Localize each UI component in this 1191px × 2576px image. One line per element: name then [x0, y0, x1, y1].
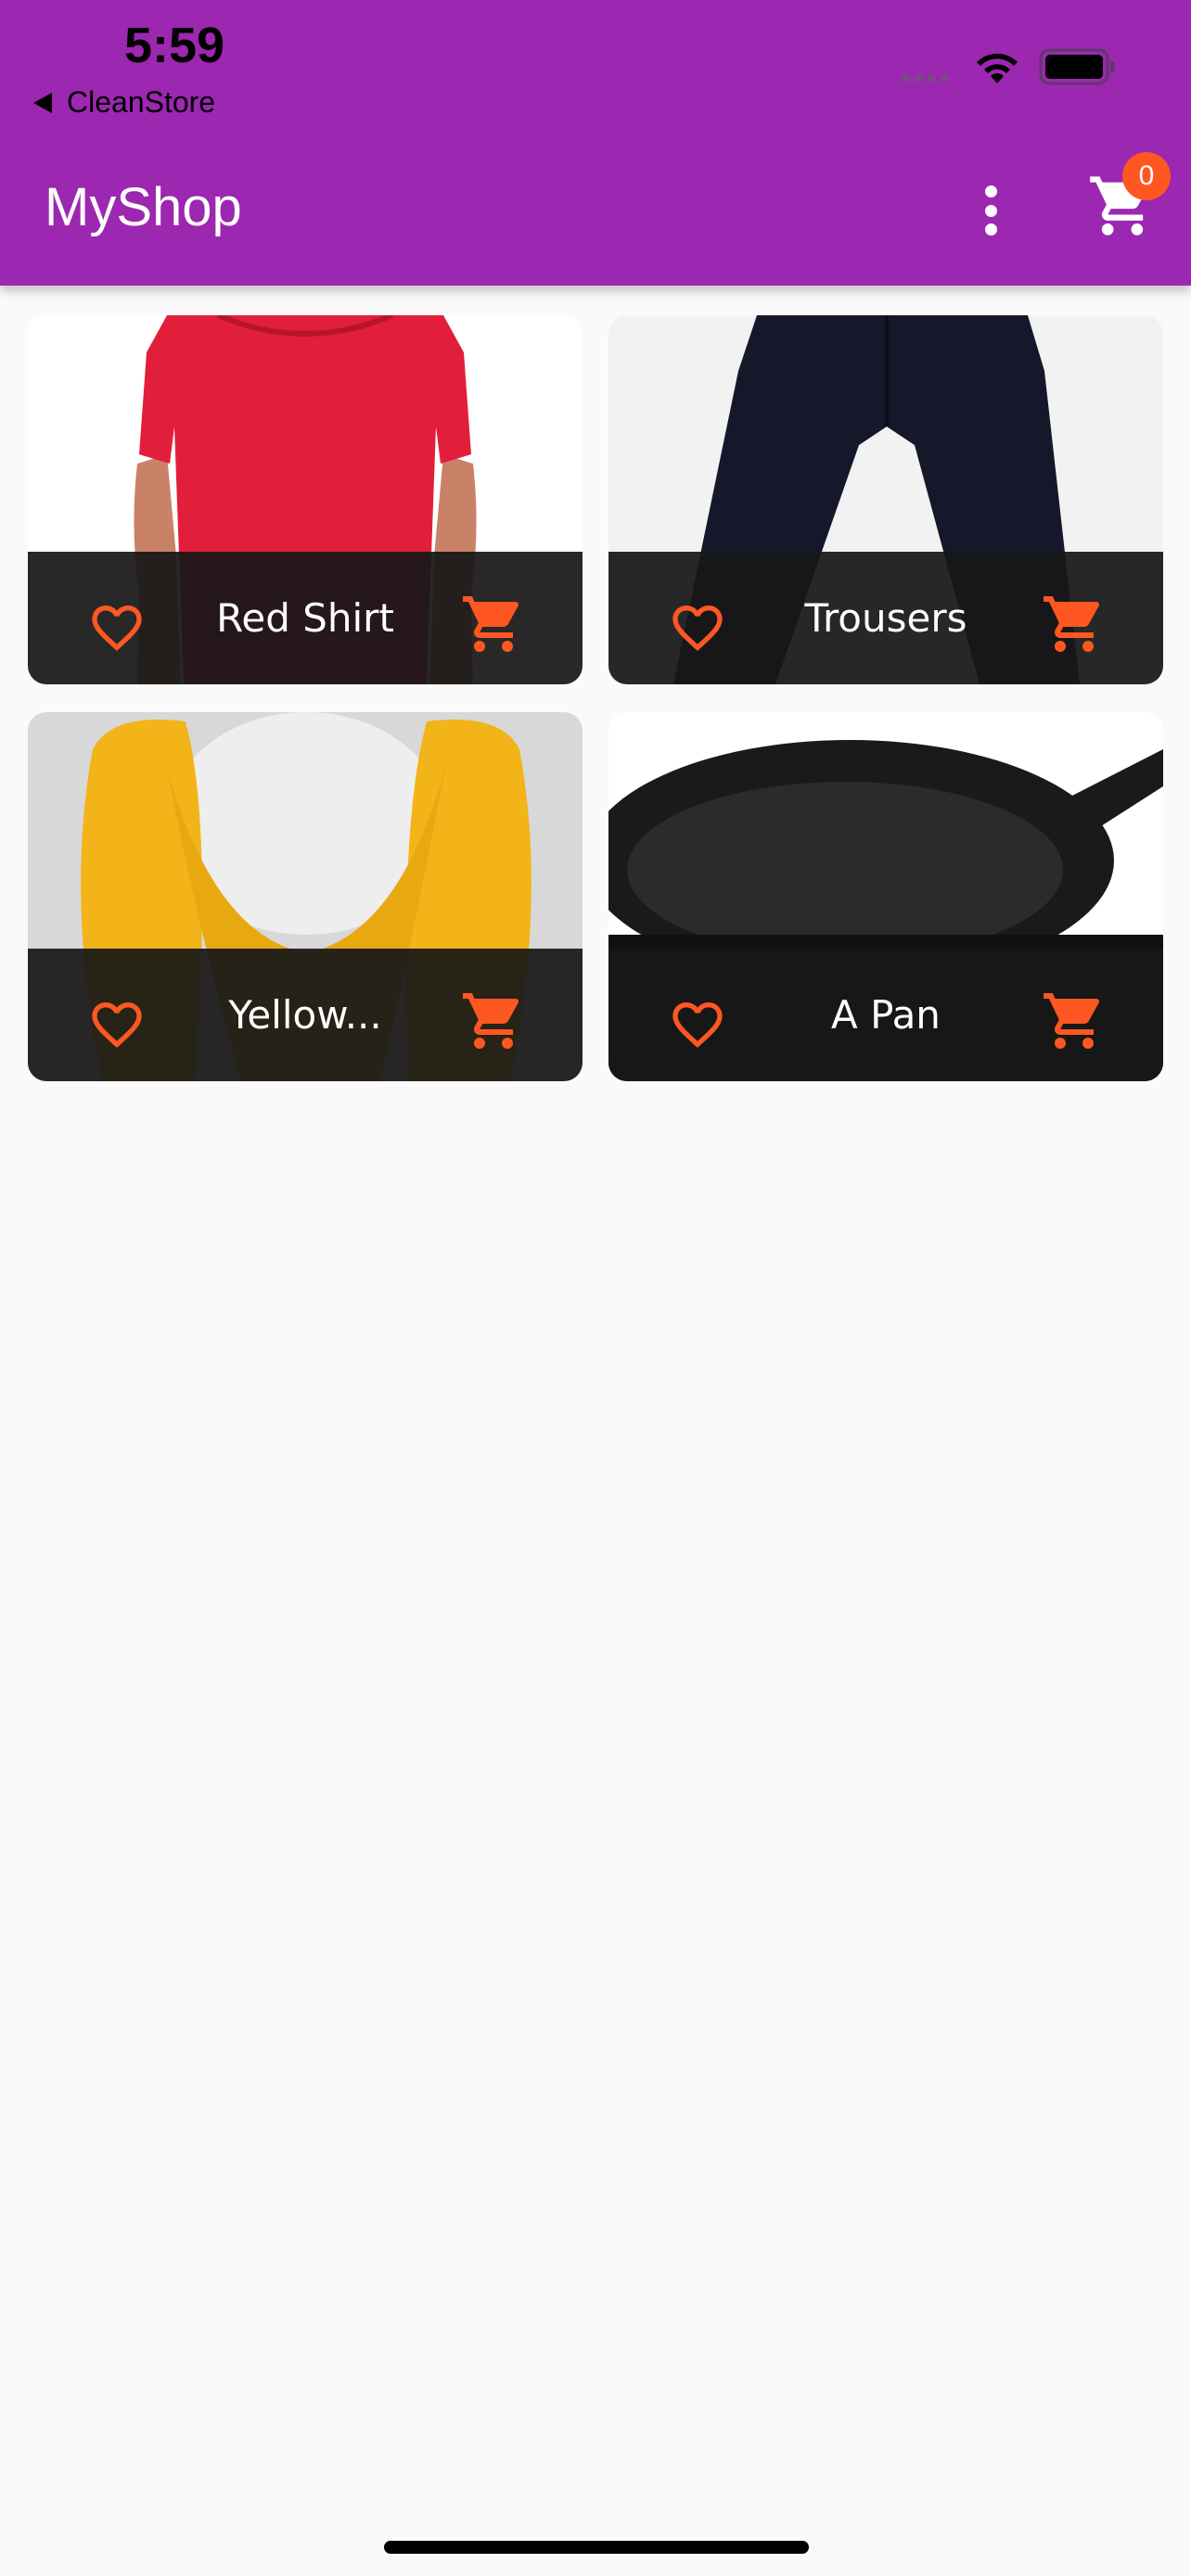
- favorite-border-icon[interactable]: [664, 598, 731, 657]
- product-name: Trousers: [804, 595, 967, 641]
- back-to-app-link[interactable]: CleanStore: [33, 85, 215, 120]
- product-name: Red Shirt: [216, 595, 394, 641]
- add-to-cart-icon[interactable]: [460, 988, 527, 1054]
- battery-icon: [1039, 48, 1115, 85]
- app-bar: 5:59 CleanStore MyShop 0: [0, 0, 1191, 286]
- favorite-border-icon[interactable]: [83, 598, 150, 657]
- product-name: Yellow...: [228, 992, 382, 1038]
- favorite-border-icon[interactable]: [83, 995, 150, 1054]
- more-vert-icon[interactable]: [974, 180, 1007, 241]
- product-footer: Yellow...: [28, 949, 583, 1081]
- status-time: 5:59: [124, 18, 225, 73]
- cart-count-badge: 0: [1122, 152, 1171, 200]
- signal-dots-icon: [902, 74, 949, 83]
- add-to-cart-icon[interactable]: [1041, 591, 1108, 657]
- product-tile[interactable]: Yellow...: [28, 712, 583, 1081]
- add-to-cart-icon[interactable]: [1041, 988, 1108, 1054]
- page-title: MyShop: [45, 177, 242, 237]
- back-app-label: CleanStore: [67, 85, 216, 119]
- product-name: A Pan: [831, 992, 941, 1038]
- product-tile[interactable]: Trousers: [608, 315, 1163, 684]
- add-to-cart-icon[interactable]: [460, 591, 527, 657]
- home-indicator[interactable]: [384, 2541, 809, 2554]
- wifi-icon: [977, 53, 1018, 83]
- product-footer: A Pan: [608, 949, 1163, 1081]
- product-tile[interactable]: Red Shirt: [28, 315, 583, 684]
- product-footer: Red Shirt: [28, 552, 583, 684]
- product-tile[interactable]: A Pan: [608, 712, 1163, 1081]
- back-arrow-icon: [33, 92, 52, 113]
- product-footer: Trousers: [608, 552, 1163, 684]
- favorite-border-icon[interactable]: [664, 995, 731, 1054]
